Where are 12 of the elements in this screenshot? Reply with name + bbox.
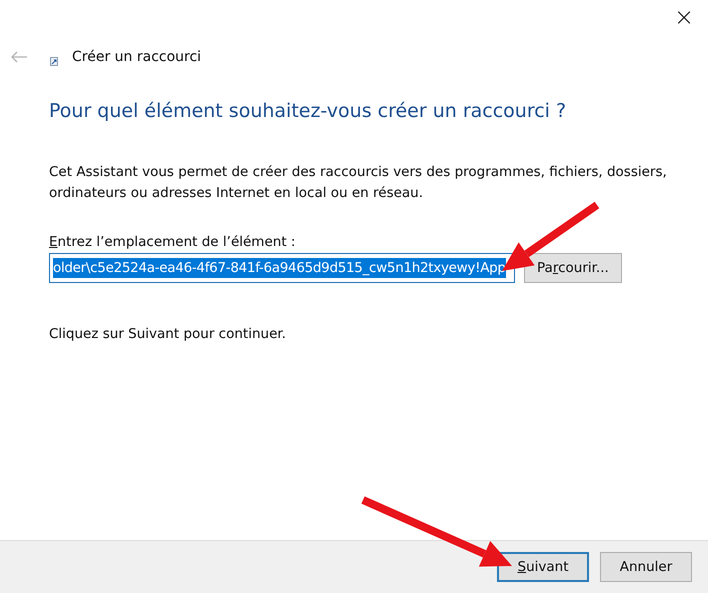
browse-button[interactable]: Parcourir... [524, 253, 622, 283]
next-button[interactable]: Suivant [497, 552, 589, 582]
cancel-button[interactable]: Annuler [600, 552, 692, 582]
shortcut-icon [50, 56, 58, 66]
hint-text: Cliquez sur Suivant pour continuer. [49, 326, 287, 342]
back-arrow-icon[interactable] [10, 51, 28, 63]
description-text: Cet Assistant vous permet de créer des raccourcis vers des programmes, fichiers, dossiers, ordinateurs ou adresses Internet en local ou en réseau. [49, 163, 668, 203]
wizard-title: Créer un raccourci [72, 49, 202, 65]
wizard-heading: Pour quel élément souhaitez-vous créer un raccourci ? [49, 100, 568, 122]
location-input-field[interactable]: older\c5e2524a-ea46-4f67-841f-6a9465d9d515_cw5n1h2txyewy!App [49, 253, 515, 283]
close-button[interactable]: × [664, 0, 704, 34]
location-label: Entrez l’emplacement de l’élément : [49, 234, 296, 250]
